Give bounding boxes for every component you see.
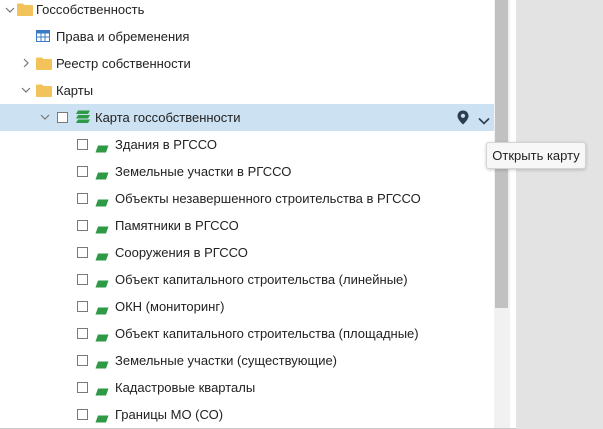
map-checkbox[interactable] (57, 112, 68, 123)
layer-item[interactable]: Объекты незавершенного строительства в Р… (0, 185, 494, 212)
layer-checkbox[interactable] (77, 355, 88, 366)
layer-checkbox[interactable] (77, 409, 88, 420)
layer-checkbox[interactable] (77, 274, 88, 285)
layer-checkbox[interactable] (77, 139, 88, 150)
layer-icon (95, 168, 109, 180)
layer-checkbox[interactable] (77, 328, 88, 339)
layers-icon (75, 110, 91, 124)
tree-item-label: Карта госсобственности (95, 110, 241, 125)
layer-item[interactable]: Кадастровые кварталы (0, 374, 494, 401)
layer-label: Памятники в РГССО (115, 218, 239, 233)
folder-icon (36, 57, 52, 70)
layer-checkbox[interactable] (77, 220, 88, 231)
layer-label: Здания в РГССО (115, 137, 218, 152)
layer-item[interactable]: Сооружения в РГССО (0, 239, 494, 266)
tree-item-root[interactable]: Госсобственность (0, 0, 494, 23)
tooltip-text: Открыть карту (492, 148, 580, 163)
layer-item[interactable]: Памятники в РГССО (0, 212, 494, 239)
chevron-down-icon[interactable] (40, 112, 50, 122)
tree-scrollbar[interactable] (494, 0, 510, 428)
tree-item-rights[interactable]: Права и обременения (0, 23, 494, 50)
tree-item-label: Госсобственность (36, 2, 145, 17)
layer-label: Объект капитального строительства (линей… (115, 272, 408, 287)
layer-item[interactable]: Объект капитального строительства (линей… (0, 266, 494, 293)
tree-item-label: Реестр собственности (56, 56, 191, 71)
layer-label: Кадастровые кварталы (115, 380, 256, 395)
tree-item-label: Права и обременения (56, 29, 190, 44)
layer-item[interactable]: Земельные участки в РГССО (0, 158, 494, 185)
table-icon (36, 30, 50, 42)
layer-item[interactable]: ОКН (мониторинг) (0, 293, 494, 320)
tree-item-map[interactable]: Карта госсобственности (0, 104, 494, 131)
layer-label: Земельные участки (существующие) (115, 353, 338, 368)
layer-icon (95, 276, 109, 288)
layer-icon (95, 141, 109, 153)
layer-label: Объект капитального строительства (площа… (115, 326, 419, 341)
layer-item[interactable]: Здания в РГССО (0, 131, 494, 158)
map-pin-icon[interactable] (457, 110, 469, 125)
layer-item[interactable]: Границы МО (СО) (0, 401, 494, 428)
layer-icon (95, 249, 109, 261)
layer-label: Границы МО (СО) (115, 407, 224, 422)
layer-icon (95, 222, 109, 234)
layer-icon (95, 303, 109, 315)
layer-checkbox[interactable] (77, 301, 88, 312)
layer-label: Сооружения в РГССО (115, 245, 248, 260)
layer-item[interactable]: Объект капитального строительства (площа… (0, 320, 494, 347)
layer-icon (95, 330, 109, 342)
layer-item[interactable]: Земельные участки (существующие) (0, 347, 494, 374)
layer-label: ОКН (мониторинг) (115, 299, 225, 314)
layer-icon (95, 384, 109, 396)
chevron-right-icon[interactable] (21, 58, 31, 68)
chevron-down-icon[interactable] (5, 5, 15, 15)
tree-item-maps[interactable]: Карты (0, 77, 494, 104)
layer-icon (95, 195, 109, 207)
layer-checkbox[interactable] (77, 166, 88, 177)
tree-item-label: Карты (56, 83, 94, 98)
tooltip: Открыть карту (486, 142, 586, 169)
folder-icon (36, 84, 52, 97)
layer-icon (95, 411, 109, 423)
side-panel (516, 0, 603, 429)
layer-label: Объекты незавершенного строительства в Р… (115, 191, 421, 206)
folder-icon (17, 3, 33, 16)
layer-checkbox[interactable] (77, 193, 88, 204)
expand-menu-icon[interactable] (478, 113, 490, 125)
layer-label: Земельные участки в РГССО (115, 164, 292, 179)
tree-item-registry[interactable]: Реестр собственности (0, 50, 494, 77)
layer-checkbox[interactable] (77, 247, 88, 258)
layer-checkbox[interactable] (77, 382, 88, 393)
layer-tree: Госсобственность Права и обременения Рее… (0, 0, 494, 428)
chevron-down-icon[interactable] (21, 85, 31, 95)
layer-icon (95, 357, 109, 369)
